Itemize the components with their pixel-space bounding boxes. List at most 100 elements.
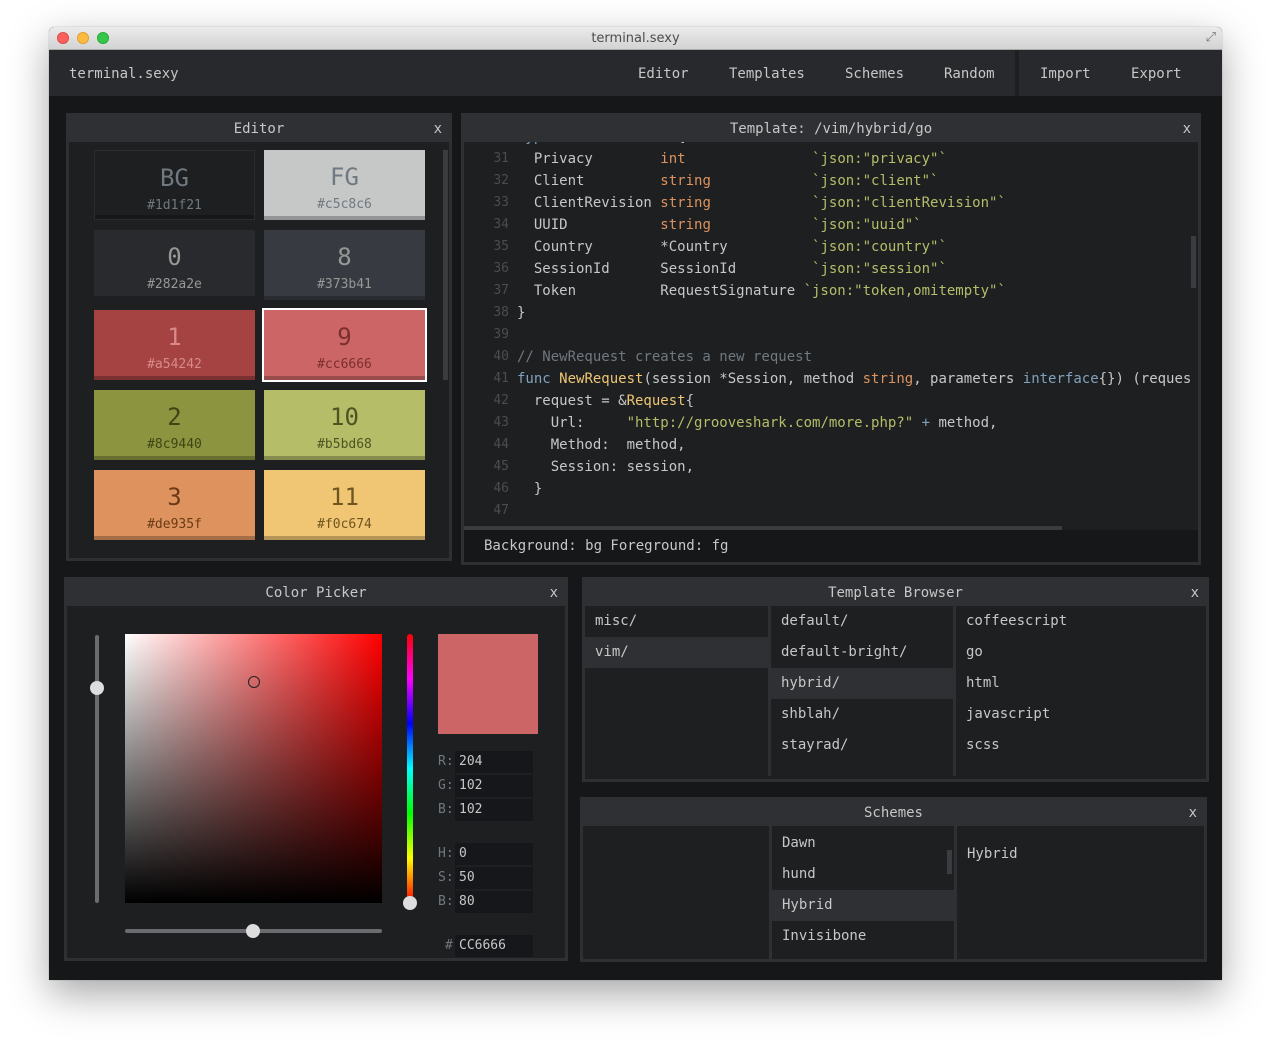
nav-editor[interactable]: Editor [638,66,689,82]
browser-item-file[interactable]: javascript [956,699,1206,730]
browser-item-file[interactable]: go [956,637,1206,668]
swatch-1[interactable]: 1 #a54242 [94,310,255,380]
template-browser-title: Template Browser [585,580,1206,606]
field-b-input[interactable]: 102 [455,799,533,821]
field-v-label: B: [438,894,454,909]
swatch-2[interactable]: 2 #8c9440 [94,390,255,460]
swatch-3[interactable]: 3 #de935f [94,470,255,540]
swatch-bg[interactable]: BG #1d1f21 [94,150,255,220]
field-v-input[interactable]: 80 [455,891,533,913]
field-s-input[interactable]: 50 [455,867,533,889]
line-text: Token RequestSignature `json:"token,omit… [517,280,1006,302]
code-line: 42 request = &Request{ [464,390,1192,412]
line-number: 40 [493,349,509,364]
browser-item-scheme[interactable]: stayrad/ [771,730,953,761]
code-token: interface [1022,371,1099,387]
browser-item-file[interactable]: html [956,668,1206,699]
line-number: 41 [493,371,509,386]
code-line: 47 [464,500,1192,522]
line-number: 47 [493,503,509,518]
field-h-input[interactable]: 0 [455,843,533,865]
swatch-fg[interactable]: FG #c5c8c6 [264,150,425,220]
swatch-9[interactable]: 9 #cc6666 [262,308,427,382]
swatch-label: 8 [337,243,352,271]
template-close-button[interactable]: x [1183,116,1191,142]
code-vscrollbar[interactable] [1191,236,1196,288]
alpha-slider-track[interactable] [95,635,99,903]
code-token: method, [938,415,998,431]
swatch-underline [264,296,425,300]
code-token: string [660,217,711,233]
browser-item-folder[interactable]: vim/ [585,637,768,668]
line-text: // NewRequest creates a new request [517,346,812,368]
scheme-list-item[interactable]: Invisibone [772,921,954,952]
app-window: terminal.sexy ⤢ terminal.sexy Editor Tem… [49,27,1222,980]
hue-slider-track[interactable] [407,634,413,903]
code-token: ClientRevision [517,195,661,211]
code-token: Session: session, [517,459,695,475]
swatch-8[interactable]: 8 #373b41 [264,230,425,300]
schemes-list: Dawn hund Hybrid Invisibone [772,826,957,959]
field-g-input[interactable]: 102 [455,775,533,797]
alpha-slider-handle[interactable] [90,681,104,695]
swatch-0[interactable]: 0 #282a2e [94,230,255,300]
swatch-10[interactable]: 10 #b5bd68 [264,390,425,460]
saturation-value-area[interactable] [125,634,382,903]
swatch-label: 11 [330,483,359,511]
line-text: SessionId SessionId `json:"session"` [517,258,947,280]
browser-item-scheme[interactable]: hybrid/ [771,668,953,699]
sv-cursor[interactable] [248,676,260,688]
line-number: 36 [493,261,509,276]
template-browser-close-button[interactable]: x [1191,580,1199,606]
swatch-underline [94,376,255,380]
browser-item-scheme[interactable]: default/ [771,606,953,637]
field-r-input[interactable]: 204 [455,751,533,773]
line-text: Country *Country `json:"country"` [517,236,947,258]
template-browser-panel: Template Browser x misc/vim/ default/def… [582,577,1209,782]
hex-input[interactable]: CC6666 [455,935,533,957]
code-token: "http://grooveshark.com/more.php?" [626,415,914,431]
swatch-underline [94,456,255,460]
browser-item-file[interactable]: scss [956,730,1206,761]
fullscreen-icon[interactable]: ⤢ [1206,30,1216,45]
swatch-hex: #8c9440 [147,437,202,452]
scheme-list-item[interactable]: Dawn [772,828,954,859]
nav-random[interactable]: Random [944,66,995,82]
nav-schemes[interactable]: Schemes [845,66,904,82]
code-token: SessionId SessionId [517,261,813,277]
browser-item-file[interactable]: coffeescript [956,606,1206,637]
line-number: 46 [493,481,509,496]
title-bar: terminal.sexy ⤢ [49,27,1222,50]
swatch-label: 2 [167,403,182,431]
code-token: NewRequest [559,371,644,387]
nav-templates[interactable]: Templates [729,66,805,82]
schemes-scrollbar[interactable] [947,850,952,874]
editor-close-button[interactable]: x [434,116,442,142]
brand-logo[interactable]: terminal.sexy [69,66,179,82]
schemes-close-button[interactable]: x [1189,800,1197,826]
nav-import[interactable]: Import [1040,66,1091,82]
nav-export[interactable]: Export [1131,66,1182,82]
line-text: Privacy int `json:"privacy"` [517,148,947,170]
code-token: `json:"token,omitempty"` [803,283,1006,299]
code-token: Token RequestSignature [517,283,804,299]
color-picker-panel: Color Picker x R: 204 G: 102 B: 102 H: 0… [64,577,568,961]
scheme-list-item[interactable]: hund [772,859,954,890]
code-line: 36 SessionId SessionId `json:"session"` [464,258,1192,280]
line-text: ClientRevision string `json:"clientRevis… [517,192,1006,214]
editor-scrollbar[interactable] [443,150,448,380]
line-number: 33 [493,195,509,210]
browser-item-folder[interactable]: misc/ [585,606,768,637]
scheme-list-item[interactable]: Hybrid [772,890,954,921]
brightness-slider-handle[interactable] [246,924,260,938]
code-line: 41 func NewRequest(session *Session, meth… [464,368,1192,390]
field-s-label: S: [438,870,454,885]
hue-slider-handle[interactable] [403,896,417,910]
swatch-11[interactable]: 11 #f0c674 [264,470,425,540]
browser-item-scheme[interactable]: shblah/ [771,699,953,730]
browser-item-scheme[interactable]: default-bright/ [771,637,953,668]
swatch-underline [264,216,425,220]
color-picker-close-button[interactable]: x [550,580,558,606]
